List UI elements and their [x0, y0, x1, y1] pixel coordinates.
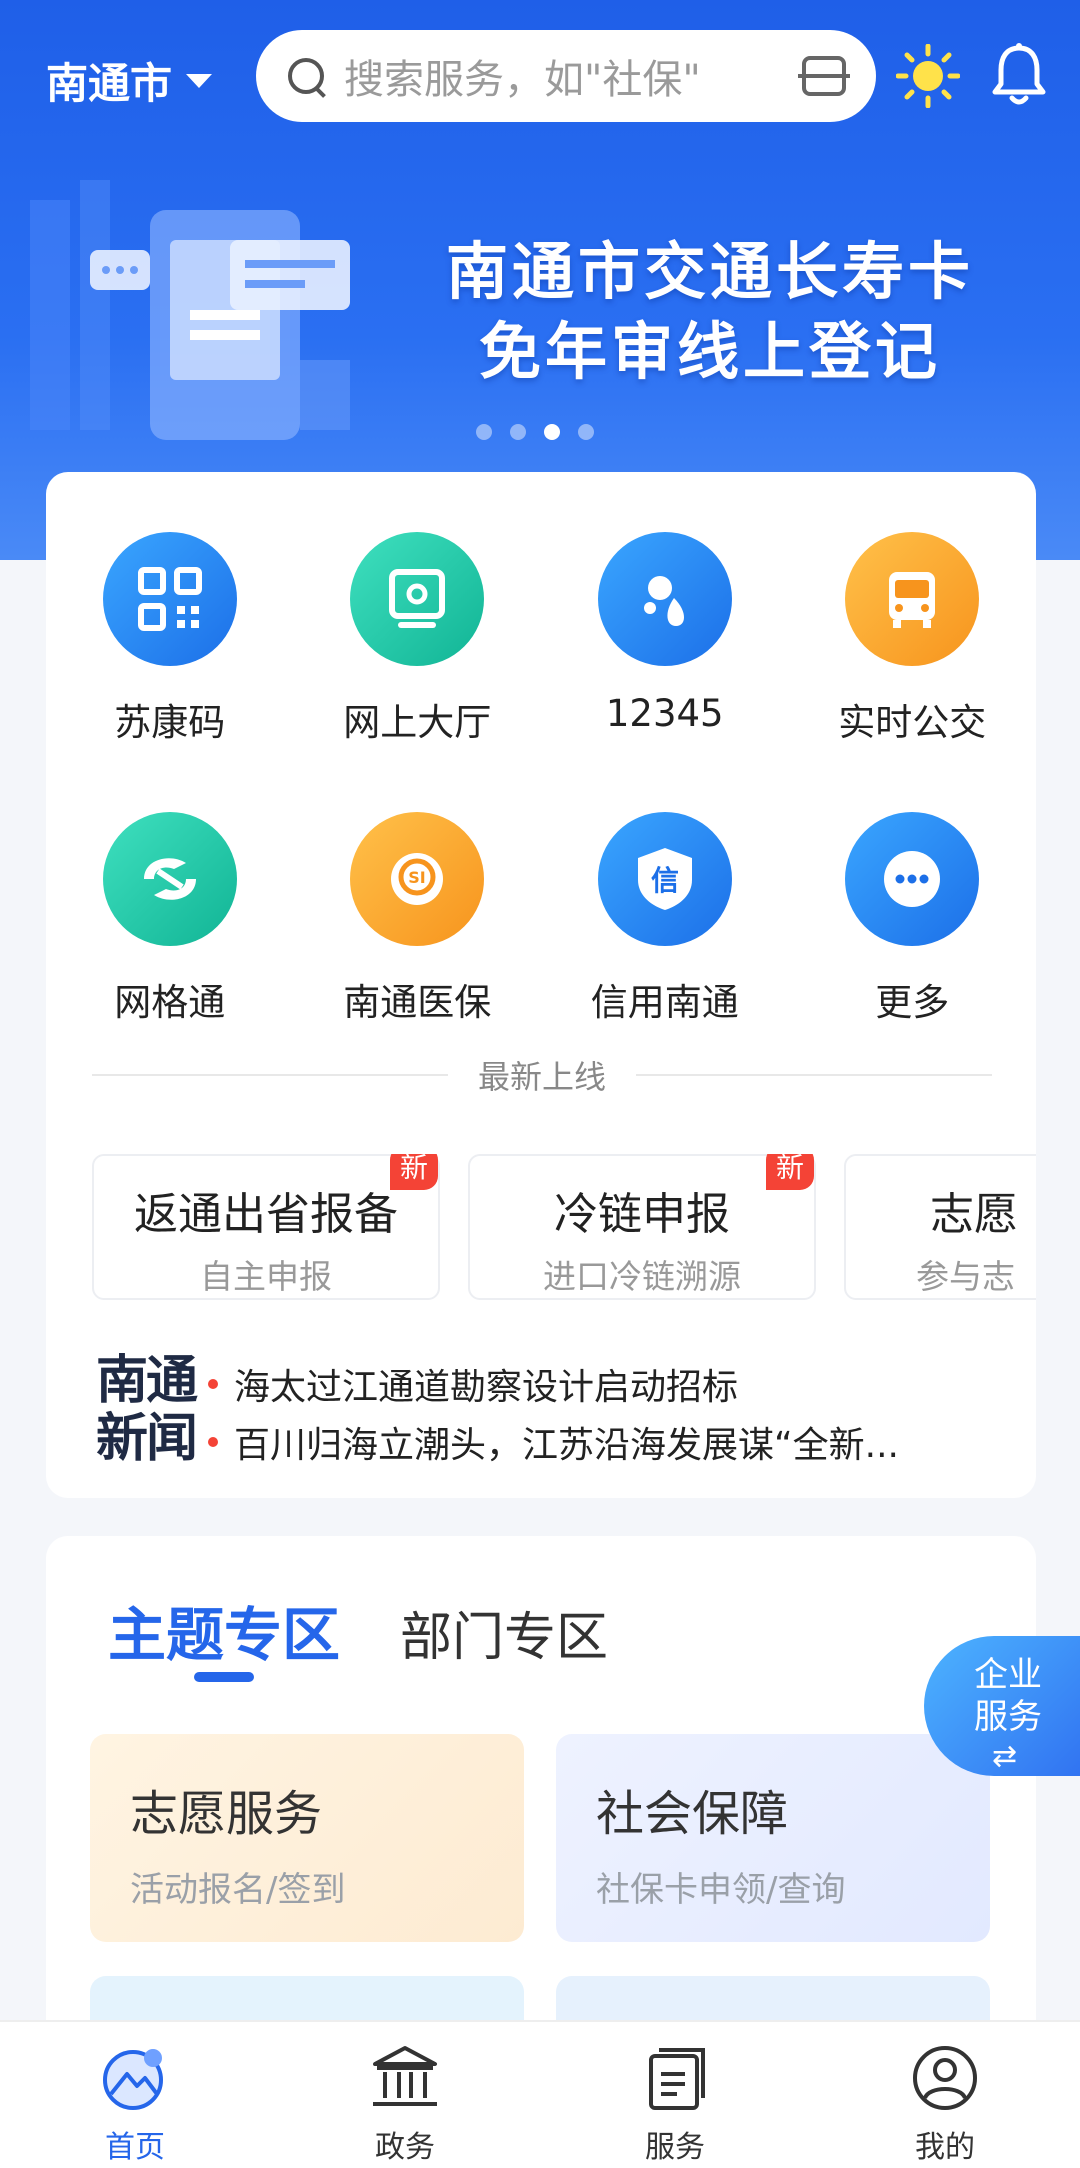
theme-card-volunteer[interactable]: 志愿服务 活动报名/签到 [90, 1734, 524, 1942]
latest-item-sub: 进口冷链溯源 [543, 1257, 741, 1296]
home-icon [103, 2049, 163, 2110]
app-more[interactable]: 更多 [789, 812, 1037, 1026]
nav-profile[interactable]: 我的 [810, 2022, 1080, 2168]
latest-item-title: 志愿 [930, 1189, 1018, 1240]
droplets-icon [597, 532, 732, 666]
new-badge: 新 [390, 1154, 438, 1190]
latest-divider: 最新上线 [92, 1052, 993, 1098]
app-medical-insurance[interactable]: SI 南通医保 [294, 812, 542, 1026]
qr-code-icon [102, 532, 237, 666]
app-label: 苏康码 [114, 701, 226, 744]
divider-line [92, 1074, 448, 1076]
app-label: 网格通 [114, 981, 226, 1024]
app-credit[interactable]: 信 信用南通 [541, 812, 789, 1026]
news-ticker[interactable]: 南通 新闻 海太过江通道勘察设计启动招标 百川归海立潮头，江苏沿海发展谋“全新.… [96, 1352, 996, 1472]
news-logo-line1: 南通 [96, 1350, 198, 1411]
banner-dot [476, 424, 492, 440]
nav-government[interactable]: 政务 [270, 2022, 540, 2168]
divider-line [636, 1074, 993, 1076]
app-online-hall[interactable]: 网上大厅 [294, 532, 542, 746]
theme-title: 志愿服务 [130, 1786, 323, 1842]
banner-illustration [30, 180, 350, 440]
search-bar[interactable]: 搜索服务，如"社保" [256, 30, 876, 122]
services-card: 苏康码 网上大厅 12345 实时公交 网格通 SI 南通医保 信 信用南通 更… [46, 472, 1036, 1498]
latest-item-title: 冷链申报 [554, 1189, 730, 1240]
banner-line-2: 免年审线上登记 [478, 315, 941, 388]
more-icon [845, 812, 980, 946]
nav-label: 我的 [915, 2130, 975, 2165]
bullet-icon [208, 1437, 218, 1447]
nav-service[interactable]: 服务 [540, 2022, 810, 2168]
app-label: 12345 [605, 692, 724, 735]
profile-icon [913, 2046, 977, 2110]
tab-theme-zone[interactable]: 主题专区 [108, 1588, 340, 1672]
news-item[interactable]: 海太过江通道勘察设计启动招标 [208, 1358, 738, 1410]
news-item[interactable]: 百川归海立潮头，江苏沿海发展谋“全新... [208, 1416, 899, 1468]
latest-item-travel-report[interactable]: 返通出省报备 自主申报 新 [92, 1154, 440, 1300]
latest-item-volunteer[interactable]: 志愿 参与志 [844, 1154, 1036, 1300]
app-realtime-bus[interactable]: 实时公交 [789, 532, 1037, 746]
city-selector[interactable]: 南通市 [46, 50, 213, 111]
app-12345[interactable]: 12345 [541, 532, 789, 746]
bus-icon [845, 532, 980, 666]
nav-home[interactable]: 首页 [0, 2022, 270, 2168]
app-label: 南通医保 [343, 981, 492, 1024]
latest-title: 最新上线 [478, 1058, 607, 1096]
banner-line-1: 南通市交通长寿卡 [445, 235, 974, 308]
latest-item-cold-chain[interactable]: 冷链申报 进口冷链溯源 新 [468, 1154, 816, 1300]
bottom-nav: 首页 政务 服务 我的 [0, 2020, 1080, 2168]
latest-item-sub: 参与志 [916, 1257, 1015, 1296]
search-placeholder: 搜索服务，如"社保" [344, 57, 701, 103]
sun-icon[interactable] [896, 44, 960, 108]
tab-department-zone[interactable]: 部门专区 [400, 1595, 608, 1670]
app-sukangma[interactable]: 苏康码 [46, 532, 294, 746]
enterprise-service-button[interactable]: 企业 服务 ⇄ [924, 1636, 1080, 1776]
app-grid-link[interactable]: 网格通 [46, 812, 294, 1026]
government-icon [373, 2046, 437, 2106]
banner-headline[interactable]: 南通市交通长寿卡 免年审线上登记 [400, 232, 1020, 392]
banner-dot [510, 424, 526, 440]
latest-item-title: 返通出省报备 [134, 1189, 398, 1240]
grid-link-icon [102, 812, 237, 946]
news-logo-line2: 新闻 [96, 1408, 198, 1469]
service-doc-icon [649, 2048, 705, 2110]
scan-icon[interactable] [798, 56, 850, 96]
app-label: 信用南通 [590, 981, 739, 1024]
new-badge: 新 [766, 1154, 814, 1190]
tab-indicator [194, 1672, 254, 1682]
fab-line1: 企业 [974, 1655, 1042, 1695]
theme-title: 社会保障 [596, 1786, 789, 1842]
medical-insurance-icon: SI [350, 812, 485, 946]
news-headline: 海太过江通道勘察设计启动招标 [234, 1367, 739, 1408]
search-icon [286, 56, 326, 96]
monitor-icon [350, 532, 485, 666]
bullet-icon [208, 1379, 218, 1389]
nav-label: 政务 [375, 2130, 435, 2165]
credit-shield-icon: 信 [597, 812, 732, 946]
nav-label: 首页 [105, 2130, 165, 2165]
app-label: 实时公交 [838, 701, 987, 744]
city-label: 南通市 [46, 59, 173, 108]
news-logo: 南通 新闻 [96, 1350, 198, 1469]
fab-line2: 服务 [974, 1697, 1042, 1737]
theme-sub: 活动报名/签到 [130, 1870, 346, 1910]
news-headline: 百川归海立潮头，江苏沿海发展谋“全新... [234, 1425, 899, 1466]
caret-down-icon [186, 73, 213, 88]
app-label: 网上大厅 [343, 701, 492, 744]
svg-text:SI: SI [409, 868, 426, 887]
banner-dot-active [544, 424, 560, 440]
theme-sub: 社保卡申领/查询 [596, 1870, 846, 1910]
svg-text:信: 信 [651, 864, 679, 897]
theme-tabs: 主题专区 部门专区 [108, 1588, 608, 1672]
app-label: 更多 [875, 981, 950, 1024]
bell-icon[interactable] [990, 42, 1048, 108]
swap-icon: ⇄ [992, 1739, 1018, 1774]
theme-card-social-security[interactable]: 社会保障 社保卡申领/查询 [556, 1734, 990, 1942]
latest-item-sub: 自主申报 [200, 1257, 332, 1296]
banner-dot [578, 424, 594, 440]
app-grid: 苏康码 网上大厅 12345 实时公交 网格通 SI 南通医保 信 信用南通 更… [46, 532, 1036, 1026]
banner-pagination [476, 424, 594, 440]
nav-label: 服务 [645, 2130, 705, 2165]
latest-services-row: 返通出省报备 自主申报 新 冷链申报 进口冷链溯源 新 志愿 参与志 [92, 1154, 1036, 1304]
